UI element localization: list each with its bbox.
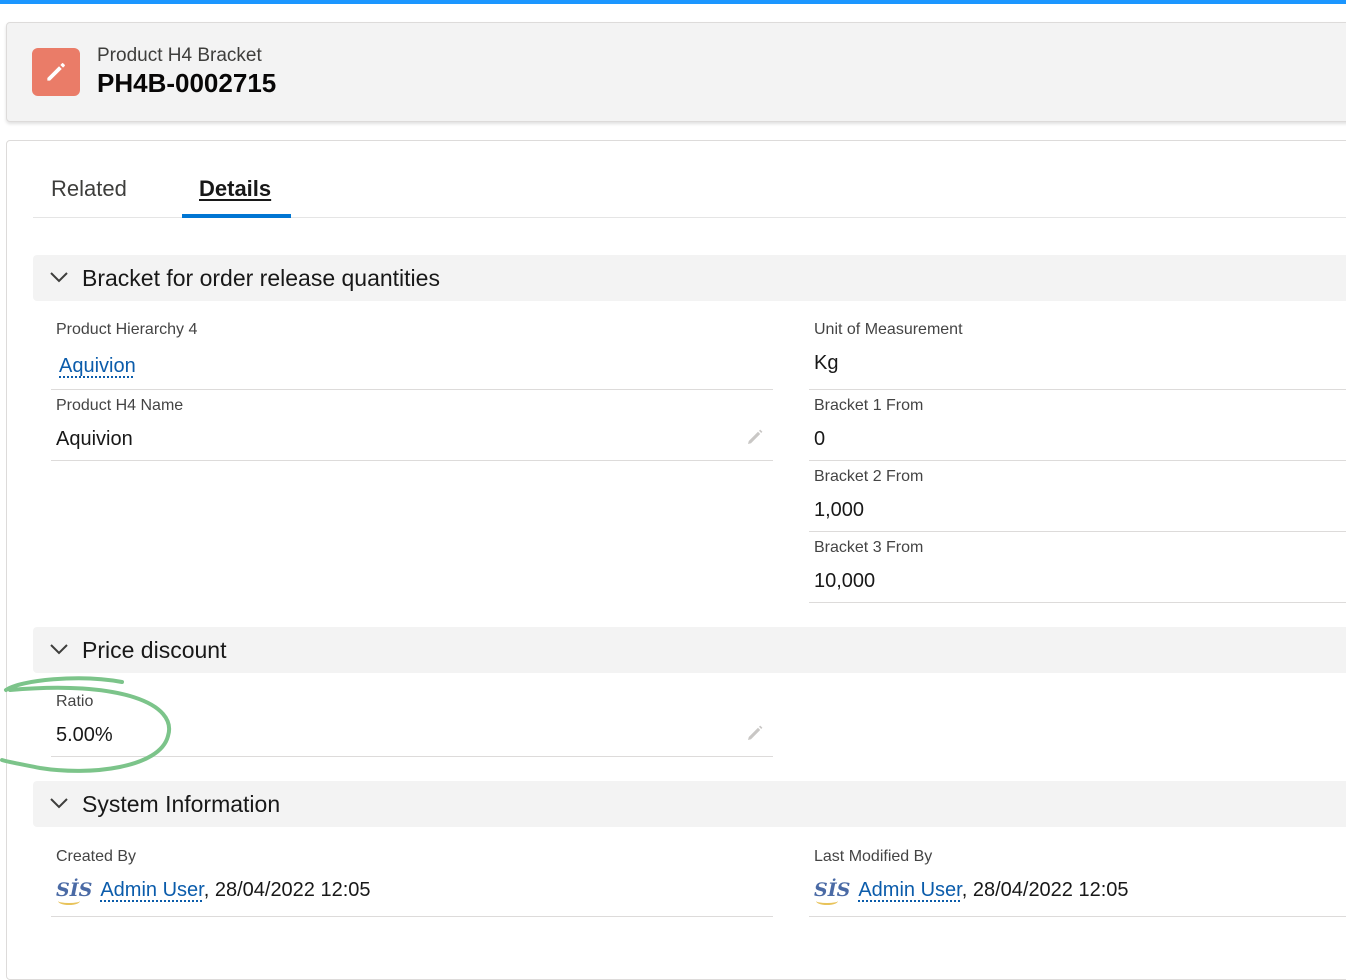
section-title: Price discount bbox=[82, 636, 227, 663]
field-label: Bracket 2 From bbox=[814, 468, 924, 485]
field-value: 0 bbox=[814, 428, 826, 450]
section-title: Bracket for order release quantities bbox=[82, 264, 440, 291]
section-header-system-information[interactable]: System Information bbox=[33, 781, 1346, 827]
record-detail-panel: Related Details Bracket for order releas… bbox=[6, 140, 1346, 980]
field-product-h4-name: Product H4 Name Aquivion bbox=[51, 397, 773, 461]
modified-date: , 28/04/2022 12:05 bbox=[961, 879, 1129, 901]
field-ratio: Ratio 5.00% bbox=[51, 693, 773, 757]
company-logo: SİS bbox=[814, 879, 851, 905]
tab-details[interactable]: Details bbox=[199, 176, 271, 202]
field-label: Ratio bbox=[56, 693, 94, 710]
chevron-down-icon bbox=[50, 644, 68, 655]
edit-pencil-icon[interactable] bbox=[745, 723, 765, 743]
field-value: Kg bbox=[814, 352, 839, 374]
field-unit-of-measurement: Unit of Measurement Kg bbox=[809, 321, 1346, 390]
field-value: Aquivion bbox=[56, 428, 133, 450]
field-label: Created By bbox=[56, 848, 137, 865]
field-label: Bracket 3 From bbox=[814, 539, 924, 556]
tab-bar: Related Details bbox=[33, 141, 1346, 218]
edit-pencil-icon[interactable] bbox=[745, 427, 765, 447]
field-last-modified-by: Last Modified By SİS Admin User, 28/04/20… bbox=[809, 848, 1346, 917]
field-label: Last Modified By bbox=[814, 848, 933, 865]
record-title: PH4B-0002715 bbox=[97, 68, 277, 98]
chevron-down-icon bbox=[50, 272, 68, 283]
field-bracket-1-from: Bracket 1 From 0 bbox=[809, 397, 1346, 461]
top-accent-bar bbox=[0, 0, 1346, 4]
field-label: Product H4 Name bbox=[56, 397, 184, 414]
field-label: Product Hierarchy 4 bbox=[56, 321, 198, 338]
tab-related[interactable]: Related bbox=[51, 176, 127, 202]
user-link[interactable]: Admin User bbox=[100, 879, 203, 901]
created-date: , 28/04/2022 12:05 bbox=[203, 879, 371, 901]
lookup-link[interactable]: Aquivion bbox=[59, 355, 136, 377]
user-link[interactable]: Admin User bbox=[858, 879, 961, 901]
field-created-by: Created By SİS Admin User, 28/04/2022 12:… bbox=[51, 848, 773, 917]
pencil-edit-icon bbox=[32, 48, 80, 96]
field-bracket-2-from: Bracket 2 From 1,000 bbox=[809, 468, 1346, 532]
created-by-value: SİS Admin User, 28/04/2022 12:05 bbox=[56, 879, 371, 905]
field-value: 5.00% bbox=[56, 724, 113, 746]
field-label: Unit of Measurement bbox=[814, 321, 963, 338]
field-label: Bracket 1 From bbox=[814, 397, 924, 414]
product-hierarchy-link[interactable]: Aquivion bbox=[59, 355, 136, 378]
section-header-bracket[interactable]: Bracket for order release quantities bbox=[33, 255, 1346, 301]
chevron-down-icon bbox=[50, 798, 68, 809]
record-header: Product H4 Bracket PH4B-0002715 bbox=[6, 22, 1346, 122]
field-value: 10,000 bbox=[814, 570, 876, 592]
company-logo: SİS bbox=[56, 879, 93, 905]
field-value: 1,000 bbox=[814, 499, 865, 521]
section-header-price-discount[interactable]: Price discount bbox=[33, 627, 1346, 673]
active-tab-indicator bbox=[182, 214, 291, 218]
last-modified-by-value: SİS Admin User, 28/04/2022 12:05 bbox=[814, 879, 1129, 905]
section-title: System Information bbox=[82, 790, 281, 817]
object-type-label: Product H4 Bracket bbox=[97, 45, 262, 66]
field-bracket-3-from: Bracket 3 From 10,000 bbox=[809, 539, 1346, 603]
field-product-hierarchy-4: Product Hierarchy 4 Aquivion bbox=[51, 321, 773, 390]
